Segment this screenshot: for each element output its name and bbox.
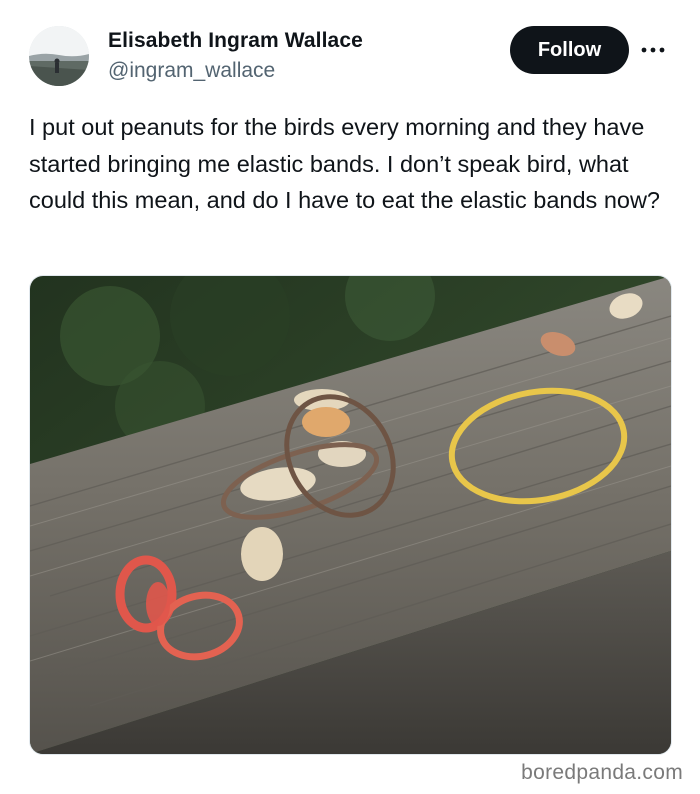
photo-illustration [30, 276, 671, 754]
avatar-image [29, 26, 89, 86]
tweet-photo[interactable] [29, 275, 672, 755]
author-handle[interactable]: @ingram_wallace [108, 59, 275, 83]
tweet-text: I put out peanuts for the birds every mo… [29, 114, 661, 213]
avatar[interactable] [29, 26, 89, 86]
source-watermark: boredpanda.com [521, 761, 683, 784]
author-name[interactable]: Elisabeth Ingram Wallace [108, 29, 363, 53]
more-options-icon[interactable] [639, 36, 667, 64]
follow-button[interactable]: Follow [510, 26, 629, 74]
